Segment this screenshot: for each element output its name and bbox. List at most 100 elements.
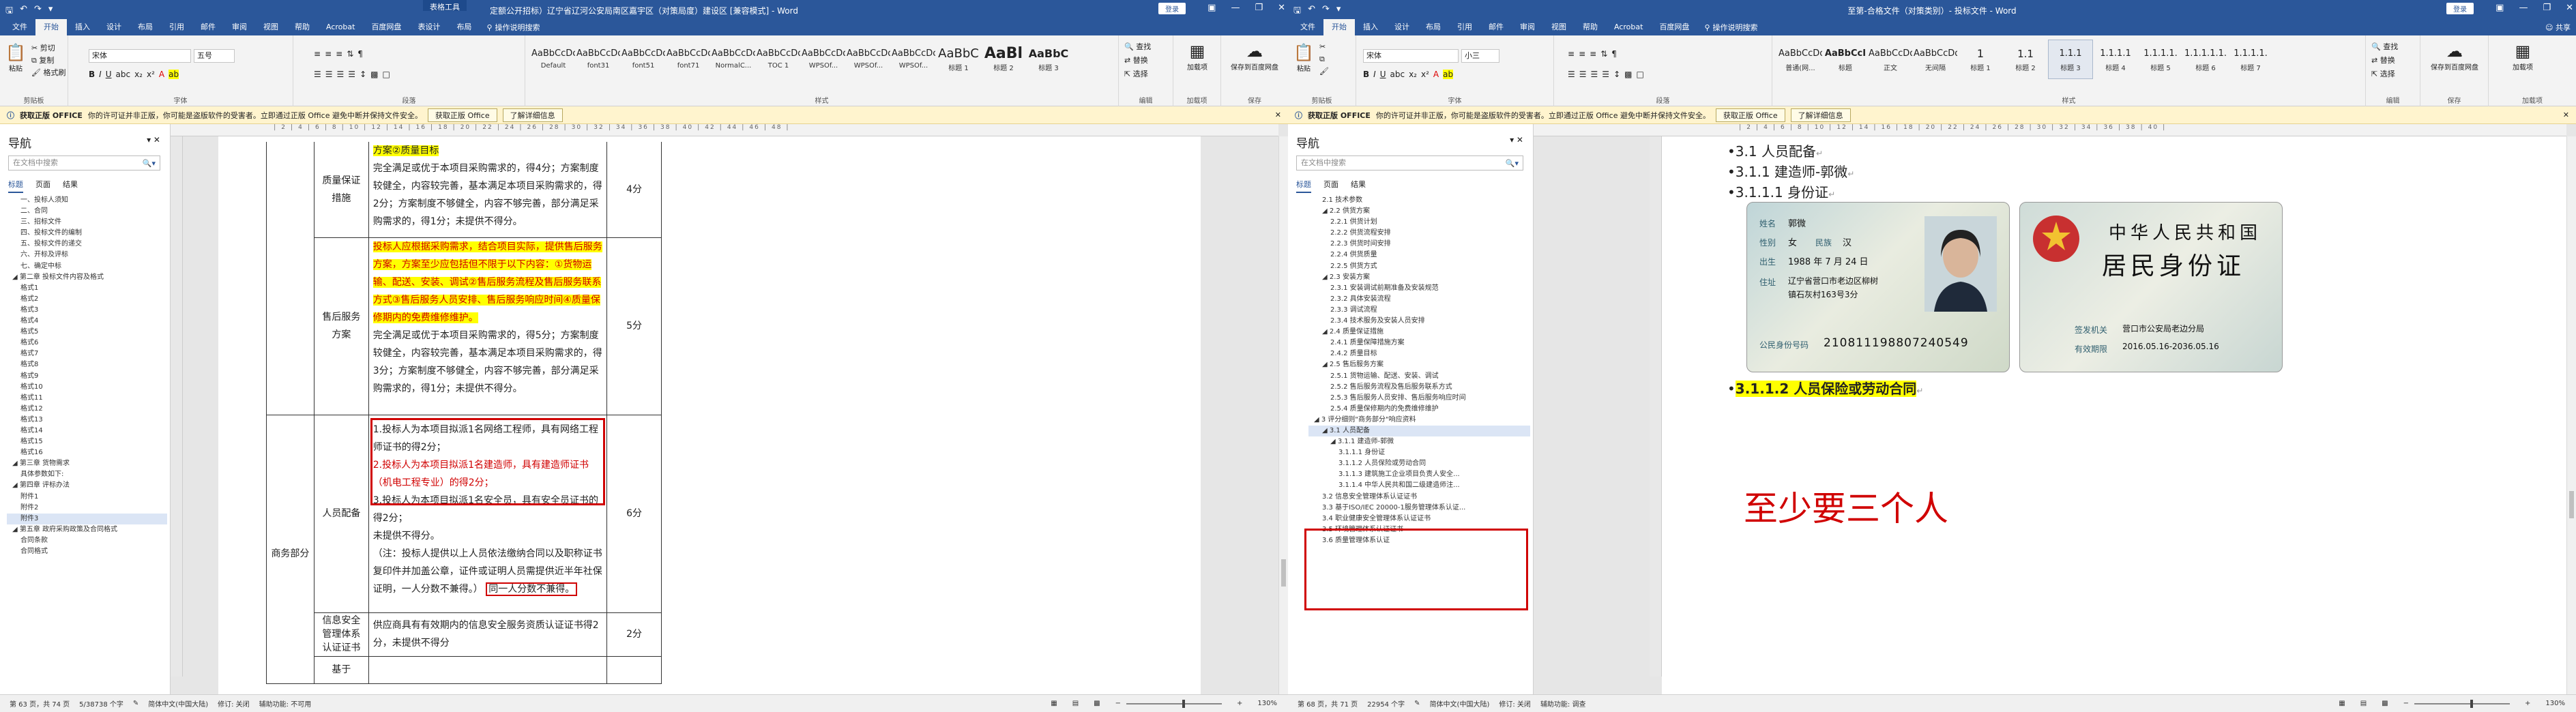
nav-heading-item[interactable]: 具体参数如下: bbox=[7, 469, 167, 480]
minimize-icon[interactable]: — bbox=[2519, 3, 2528, 13]
nav-tab-results[interactable]: 结果 bbox=[1351, 179, 1366, 193]
justify-icon[interactable]: ☰ bbox=[1602, 70, 1609, 79]
login-button[interactable]: 登录 bbox=[2446, 3, 2474, 14]
nav-heading-item[interactable]: 合同条款 bbox=[7, 535, 167, 546]
nav-heading-item[interactable]: 格式10 bbox=[7, 382, 167, 393]
superscript-icon[interactable]: x² bbox=[1421, 70, 1429, 79]
style-tile[interactable]: AaBbCcDd font71 bbox=[666, 40, 711, 79]
nav-heading-item[interactable]: 2.3.3 调试流程 bbox=[1308, 305, 1530, 316]
document-page[interactable]: 质量保证措施 方案②质量目标 完全满足或优于本项目采购需求的，得4分；方案制度较… bbox=[218, 136, 1201, 694]
nav-heading-item[interactable]: 格式3 bbox=[7, 305, 167, 316]
style-tile[interactable]: 1 标题 1 bbox=[1958, 40, 2003, 79]
tab-baidu[interactable]: 百度网盘 bbox=[363, 19, 409, 35]
tab-layout[interactable]: 布局 bbox=[1418, 19, 1449, 35]
tab-baidu[interactable]: 百度网盘 bbox=[1651, 19, 1697, 35]
align-center-icon[interactable]: ☰ bbox=[325, 70, 333, 79]
font-color-icon[interactable]: A bbox=[159, 70, 164, 79]
nav-heading-item[interactable]: 3.1.1.4 中华人民共和国二级建造师注... bbox=[1308, 480, 1530, 491]
format-painter-button[interactable]: 🖌 bbox=[1319, 67, 1329, 76]
word-count[interactable]: 5/38738 个字 bbox=[70, 698, 123, 709]
strikethrough-icon[interactable]: abc bbox=[116, 70, 131, 79]
nav-heading-item[interactable]: ◢ 第二章 投标文件内容及格式 bbox=[7, 272, 167, 283]
nav-heading-item[interactable]: 2.5.1 货物运输、配送、安装、调试 bbox=[1308, 371, 1530, 382]
paste-button[interactable]: 📋 粘贴 bbox=[5, 42, 26, 73]
tab-acrobat[interactable]: Acrobat bbox=[318, 19, 363, 35]
nav-heading-item[interactable]: 3.1.1.3 建筑施工企业项目负责人安全... bbox=[1308, 469, 1530, 480]
language[interactable]: 简体中文(中国大陆) bbox=[1420, 698, 1490, 709]
addins-button[interactable]: ▦ 加载项 bbox=[1177, 41, 1217, 72]
accessibility[interactable]: 辅助功能: 调查 bbox=[1531, 698, 1586, 709]
nav-heading-item[interactable]: 附件1 bbox=[7, 492, 167, 503]
ribbon-display-icon[interactable]: ▣ bbox=[1208, 3, 1216, 13]
nav-heading-item[interactable]: 五、投标文件的递交 bbox=[7, 239, 167, 250]
font-size-box[interactable]: 五号 bbox=[194, 49, 235, 63]
get-genuine-button[interactable]: 获取正版 Office bbox=[1716, 108, 1785, 122]
font-size-box[interactable]: 小三 bbox=[1461, 49, 1499, 63]
restore-icon[interactable]: ❐ bbox=[1255, 3, 1263, 13]
zoom-slider-knob[interactable] bbox=[1182, 699, 1186, 708]
bullets-icon[interactable]: ≡ bbox=[314, 49, 321, 59]
style-tile[interactable]: 1.1 标题 2 bbox=[2003, 40, 2048, 79]
nav-heading-item[interactable]: 格式9 bbox=[7, 371, 167, 382]
document-page[interactable]: •3.1 人员配备↵ •3.1.1 建造师-郭微↵ •3.1.1.1 身份证↵ … bbox=[1662, 136, 2566, 694]
style-tile[interactable]: AaBbCcDd font31 bbox=[576, 40, 621, 79]
style-tile[interactable]: AaBbCcDd 无间隔 bbox=[1913, 40, 1958, 79]
read-mode-icon[interactable]: ▦ bbox=[2329, 700, 2345, 707]
tab-references[interactable]: 引用 bbox=[161, 19, 192, 35]
style-tile[interactable]: AaBbCcDd font51 bbox=[621, 40, 666, 79]
numbering-icon[interactable]: ≡ bbox=[325, 49, 332, 59]
close-icon[interactable]: ✕ bbox=[2566, 3, 2573, 13]
show-marks-icon[interactable]: ¶ bbox=[357, 49, 363, 59]
style-tile[interactable]: AaBbC 标题 3 bbox=[1026, 40, 1071, 79]
nav-heading-item[interactable]: 格式1 bbox=[7, 283, 167, 294]
nav-heading-item[interactable]: 2.3.1 安装调试前期准备及安装规范 bbox=[1308, 283, 1530, 294]
align-right-icon[interactable]: ☰ bbox=[1591, 70, 1598, 79]
get-genuine-button[interactable]: 获取正版 Office bbox=[428, 108, 497, 122]
highlight-icon[interactable]: ab bbox=[169, 70, 179, 79]
nav-tab-headings[interactable]: 标题 bbox=[8, 179, 23, 193]
style-tile[interactable]: AaBbCcDc 普通(网... bbox=[1778, 40, 1823, 79]
login-button[interactable]: 登录 bbox=[1158, 3, 1186, 14]
nav-heading-item[interactable]: 格式5 bbox=[7, 327, 167, 338]
tab-insert[interactable]: 插入 bbox=[1355, 19, 1386, 35]
nav-heading-item[interactable]: 2.2.1 供货计划 bbox=[1308, 217, 1530, 228]
zoom-slider-knob[interactable] bbox=[2470, 699, 2474, 708]
nav-heading-item[interactable]: 2.2.5 供货方式 bbox=[1308, 261, 1530, 272]
shading-icon[interactable]: ▩ bbox=[370, 70, 378, 79]
select-button[interactable]: ⇱ 选择 bbox=[2371, 68, 2395, 79]
style-tile[interactable]: AaBbCcDd TOC 1 bbox=[756, 40, 801, 79]
bold-icon[interactable]: B bbox=[89, 70, 95, 79]
tab-design[interactable]: 设计 bbox=[98, 19, 130, 35]
print-layout-icon[interactable]: ▤ bbox=[2351, 700, 2367, 707]
replace-button[interactable]: ⇄ 替换 bbox=[2371, 55, 2395, 65]
nav-heading-item[interactable]: ◢ 第五章 政府采购政策及合同格式 bbox=[7, 524, 167, 535]
nav-heading-item[interactable]: 六、开标及评标 bbox=[7, 250, 167, 261]
addins-button[interactable]: ▦ 加载项 bbox=[2502, 41, 2543, 72]
multilevel-icon[interactable]: ≡ bbox=[336, 49, 342, 59]
learn-more-button[interactable]: 了解详细信息 bbox=[502, 108, 563, 122]
nav-heading-item[interactable]: 2.2.3 供货时间安排 bbox=[1308, 239, 1530, 250]
nav-heading-item[interactable]: 格式2 bbox=[7, 294, 167, 305]
nav-heading-item[interactable]: 2.5.4 质量保修期内的免费维修维护 bbox=[1308, 404, 1530, 415]
nav-heading-item[interactable]: 2.2.2 供货流程安排 bbox=[1308, 228, 1530, 239]
zoom-in-icon[interactable]: + bbox=[2515, 700, 2530, 707]
nav-heading-item[interactable]: 四、投标文件的编制 bbox=[7, 228, 167, 239]
scrollbar-thumb[interactable] bbox=[1281, 559, 1286, 587]
font-color-icon[interactable]: A bbox=[1433, 70, 1439, 79]
save-to-baidu-button[interactable]: ☁ 保存到百度网盘 bbox=[2425, 41, 2485, 72]
style-tile[interactable]: AaBbCcDc WPSOf... bbox=[891, 40, 936, 79]
tab-mailings[interactable]: 邮件 bbox=[1480, 19, 1512, 35]
style-tile[interactable]: 1.1.1.1. 标题 5 bbox=[2138, 40, 2183, 79]
cut-button[interactable]: ✂ bbox=[1319, 42, 1326, 51]
nav-heading-item[interactable]: 2.3.4 技术服务及安装人员安排 bbox=[1308, 316, 1530, 327]
nav-heading-item[interactable]: 格式16 bbox=[7, 447, 167, 458]
nav-heading-item[interactable]: 2.3.2 具体安装流程 bbox=[1308, 294, 1530, 305]
nav-heading-item[interactable]: 3.4 职业健康安全管理体系认证证书 bbox=[1308, 514, 1530, 524]
style-tile[interactable]: 1.1.1.1.1. 标题 6 bbox=[2183, 40, 2228, 79]
replace-button[interactable]: ⇄ 替换 bbox=[1124, 55, 1148, 65]
nav-heading-item[interactable]: ◢ 3 评分细则"商务部分"响应资料 bbox=[1308, 415, 1530, 426]
tab-view[interactable]: 视图 bbox=[1543, 19, 1575, 35]
style-tile[interactable]: AaBbCcDd 正文 bbox=[1868, 40, 1913, 79]
tab-review[interactable]: 审阅 bbox=[1512, 19, 1543, 35]
nav-heading-item[interactable]: 合同格式 bbox=[7, 546, 167, 557]
